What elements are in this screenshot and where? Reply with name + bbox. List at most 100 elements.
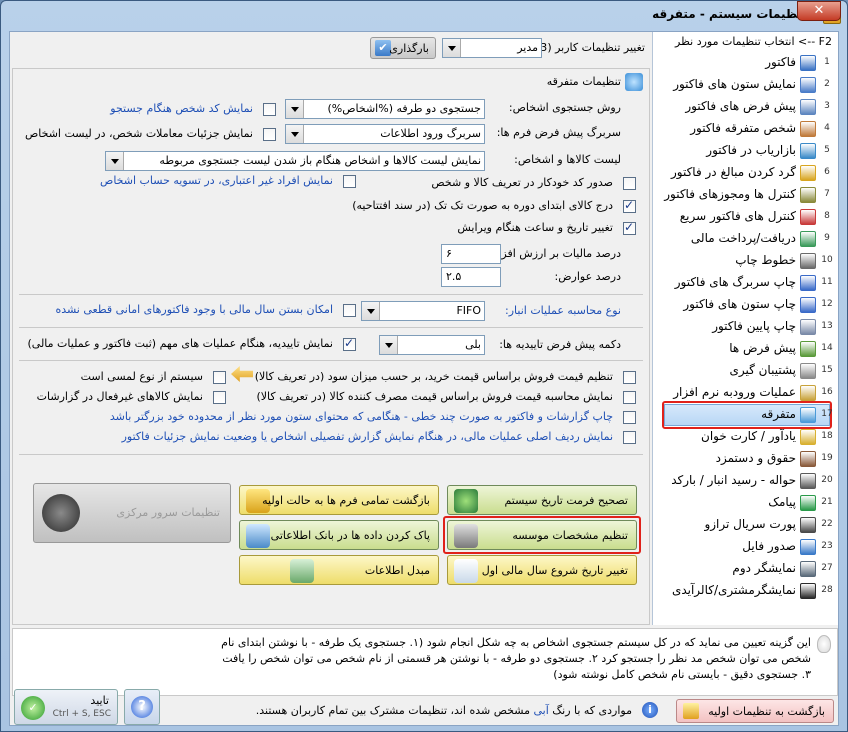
sidebar-item-14[interactable]: 14 پیش فرض ها: [652, 338, 838, 360]
sidebar-item-7[interactable]: 7 کنترل ها ومجوزهای فاکتور: [652, 184, 838, 206]
chevron-down-icon: [362, 302, 380, 320]
vat-label: درصد مالیات بر ارزش افزوده:: [481, 247, 621, 260]
sidebar-item-icon: [800, 165, 816, 181]
sidebar-item-label: صدور فایل: [742, 539, 796, 553]
vat-input[interactable]: ۶: [441, 244, 501, 264]
price-consumer-label: نمایش محاسبه قیمت فروش براساس قیمت مصرف …: [256, 390, 613, 403]
form-header-label: سربرگ پیش فرض فرم ها:: [496, 126, 621, 139]
goods-list-select[interactable]: نمایش لیست کالاها و اشخاص هنگام باز شدن …: [105, 151, 485, 171]
show-row-checkbox[interactable]: [623, 431, 636, 444]
print-multiline-checkbox[interactable]: [623, 411, 636, 424]
chevron-down-icon: [106, 152, 124, 170]
show-confirm-checkbox[interactable]: [343, 336, 356, 351]
central-server-button[interactable]: تنظیمات سرور مرکزی: [33, 483, 231, 543]
converter-button[interactable]: مبدل اطلاعات: [239, 555, 439, 585]
sidebar-item-17[interactable]: 17 متفرقه: [652, 401, 838, 429]
date-format-button[interactable]: تصحیح فرمت تاریخ سیستم: [447, 485, 637, 515]
inactive-goods-checkbox[interactable]: [213, 391, 226, 404]
sidebar-item-3[interactable]: 3 پیش فرض های فاکتور: [652, 96, 838, 118]
reset-defaults-button[interactable]: بازگشت به تنظیمات اولیه: [676, 699, 834, 723]
close-button[interactable]: ✕: [797, 1, 841, 21]
sidebar-item-20[interactable]: 20 حواله - رسید انبار / بارکد: [652, 470, 838, 492]
single-goods-checkbox[interactable]: [623, 198, 636, 213]
sidebar-item-12[interactable]: 12 چاپ ستون های فاکتور: [652, 294, 838, 316]
close-year-checkbox[interactable]: [343, 304, 356, 317]
sidebar-item-11[interactable]: 11 چاپ سربرگ های فاکتور: [652, 272, 838, 294]
divider: [19, 454, 643, 455]
touch-label: سیستم از نوع لمسی است: [80, 370, 203, 383]
sidebar-item-2[interactable]: 2 نمایش ستون های فاکتور: [652, 74, 838, 96]
sidebar-item-6[interactable]: 6 گرد کردن مبالغ در فاکتور: [652, 162, 838, 184]
sidebar-item-label: گرد کردن مبالغ در فاکتور: [670, 165, 796, 179]
sidebar-item-28[interactable]: 28 نمایشگرمشتری/کالرآیدی: [652, 580, 838, 602]
reset-forms-button[interactable]: بازگشت تمامی فرم ها به حالت اولیه: [239, 485, 439, 515]
confirm-button[interactable]: ✓ تایید Ctrl + S, ESC: [14, 689, 118, 725]
sidebar-item-label: یادآور / کارت خوان: [701, 429, 796, 443]
sidebar-item-number: 17: [821, 409, 833, 419]
load-button[interactable]: ✔ بارگذاری: [370, 37, 436, 59]
sidebar-item-icon: [800, 561, 816, 577]
sidebar-item-10[interactable]: 10 خطوط چاپ: [652, 250, 838, 272]
user-select[interactable]: مدیر: [442, 38, 542, 58]
confirm-default-select[interactable]: بلی: [379, 335, 485, 355]
inactive-persons-label: نمایش افراد غیر اعتباری، در تسویه حساب ا…: [100, 174, 333, 187]
sidebar-item-icon: [800, 275, 816, 291]
sidebar-item-8[interactable]: 8 کنترل های فاکتور سریع: [652, 206, 838, 228]
institution-highlight: [443, 516, 641, 554]
sidebar-item-18[interactable]: 18 یادآور / کارت خوان: [652, 426, 838, 448]
duties-label: درصد عوارض:: [554, 270, 621, 283]
sidebar-item-number: 27: [821, 563, 833, 573]
sidebar-item-15[interactable]: 15 پشتیبان گیری: [652, 360, 838, 382]
settings-icon: [625, 73, 643, 91]
sidebar-item-label: خطوط چاپ: [735, 253, 796, 267]
client-area: تغییر تنظیمات کاربر (F3): مدیر ✔ بارگذار…: [9, 31, 839, 726]
sidebar-item-number: 2: [824, 79, 830, 89]
price-consumer-checkbox[interactable]: [623, 391, 636, 404]
sidebar-item-icon: [800, 539, 816, 555]
sidebar-item-label: پیامک: [768, 495, 796, 509]
sidebar-item-label: چاپ پایین فاکتور: [712, 319, 796, 333]
globe-icon: [454, 489, 478, 513]
sidebar-item-label: چاپ ستون های فاکتور: [683, 297, 796, 311]
sidebar-item-label: فاکتور: [765, 55, 796, 69]
sidebar-item-label: دریافت/پرداخت مالی: [690, 231, 796, 245]
title-bar: تنظیمات سیستم - متفرقه ✕: [1, 1, 847, 29]
start-date-button[interactable]: تغییر تاریخ شروع سال مالی اول: [447, 555, 637, 585]
duties-input[interactable]: ۲.۵: [441, 267, 501, 287]
help-button[interactable]: ?: [124, 689, 160, 725]
sidebar-item-22[interactable]: 22 پورت سریال ترازو: [652, 514, 838, 536]
sidebar-item-1[interactable]: 1 فاکتور: [652, 52, 838, 74]
sidebar-item-label: پیش فرض های فاکتور: [685, 99, 796, 113]
sidebar-item-4[interactable]: 4 شخص متفرقه فاکتور: [652, 118, 838, 140]
chevron-down-icon: [380, 336, 398, 354]
price-purchase-checkbox[interactable]: [623, 371, 636, 384]
sidebar-item-13[interactable]: 13 چاپ پایین فاکتور: [652, 316, 838, 338]
edit-datetime-checkbox[interactable]: [623, 220, 636, 235]
single-goods-label: درج کالای ابتدای دوره به صورت تک تک (در …: [352, 199, 613, 212]
sidebar-item-icon: [800, 253, 816, 269]
sidebar-item-icon: [800, 297, 816, 313]
sidebar-item-icon: [800, 407, 816, 423]
sidebar-item-21[interactable]: 21 پیامک: [652, 492, 838, 514]
sidebar-item-9[interactable]: 9 دریافت/پرداخت مالی: [652, 228, 838, 250]
sidebar-item-19[interactable]: 19 حقوق و دستمزد: [652, 448, 838, 470]
inactive-persons-checkbox[interactable]: [343, 175, 356, 188]
sidebar-item-number: 22: [821, 519, 833, 529]
search-method-select[interactable]: جستجوی دو طرفه (%اشخاص%): [285, 99, 485, 119]
auto-code-checkbox[interactable]: [623, 177, 636, 190]
show-person-details-checkbox[interactable]: [263, 128, 276, 141]
sidebar-item-23[interactable]: 23 صدور فایل: [652, 536, 838, 558]
show-code-checkbox[interactable]: [263, 103, 276, 116]
sidebar-item-5[interactable]: 5 بازاریاب در فاکتور: [652, 140, 838, 162]
sidebar-item-icon: [800, 121, 816, 137]
clean-db-button[interactable]: پاک کردن داده ها در بانک اطلاعاتی: [239, 520, 439, 550]
sidebar-item-number: 3: [824, 101, 830, 111]
pointing-hand-icon: [231, 366, 253, 382]
edit-datetime-label: تغییر تاریخ و ساعت هنگام ویرایش: [457, 221, 613, 234]
sidebar-item-27[interactable]: 27 نمایشگر دوم: [652, 558, 838, 580]
inventory-method-select[interactable]: FIFO: [361, 301, 485, 321]
form-header-select[interactable]: سربرگ ورود اطلاعات: [285, 124, 485, 144]
sidebar-item-label: حواله - رسید انبار / بارکد: [671, 473, 796, 487]
touch-checkbox[interactable]: [213, 371, 226, 384]
sidebar-item-icon: [800, 99, 816, 115]
